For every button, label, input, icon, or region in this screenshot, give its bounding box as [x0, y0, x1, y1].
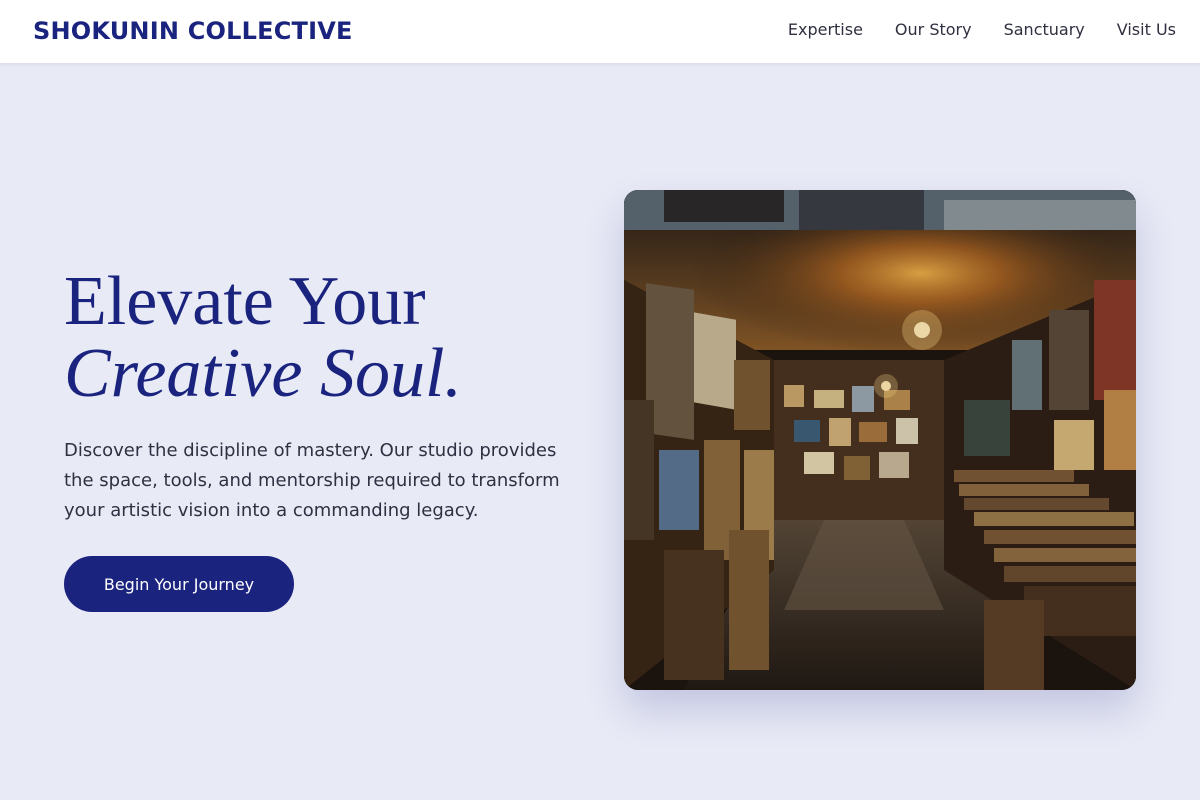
nav-link-expertise[interactable]: Expertise [788, 20, 863, 40]
hero-title-line2: Creative Soul. [64, 335, 462, 412]
nav-link-our-story[interactable]: Our Story [895, 20, 972, 40]
hero-title-line1: Elevate Your [64, 263, 426, 340]
nav-link-sanctuary[interactable]: Sanctuary [1004, 20, 1085, 40]
brand-logo[interactable]: SHOKUNIN COLLECTIVE [33, 17, 353, 45]
hero-title: Elevate Your Creative Soul. [64, 266, 462, 410]
hero-description: Discover the discipline of mastery. Our … [64, 440, 560, 521]
hero-image [624, 190, 1136, 690]
nav-link-visit-us[interactable]: Visit Us [1117, 20, 1176, 40]
main-nav: Expertise Our Story Sanctuary Visit Us [788, 20, 1176, 40]
begin-journey-button[interactable]: Begin Your Journey [64, 556, 294, 612]
site-header: SHOKUNIN COLLECTIVE Expertise Our Story … [0, 0, 1200, 64]
